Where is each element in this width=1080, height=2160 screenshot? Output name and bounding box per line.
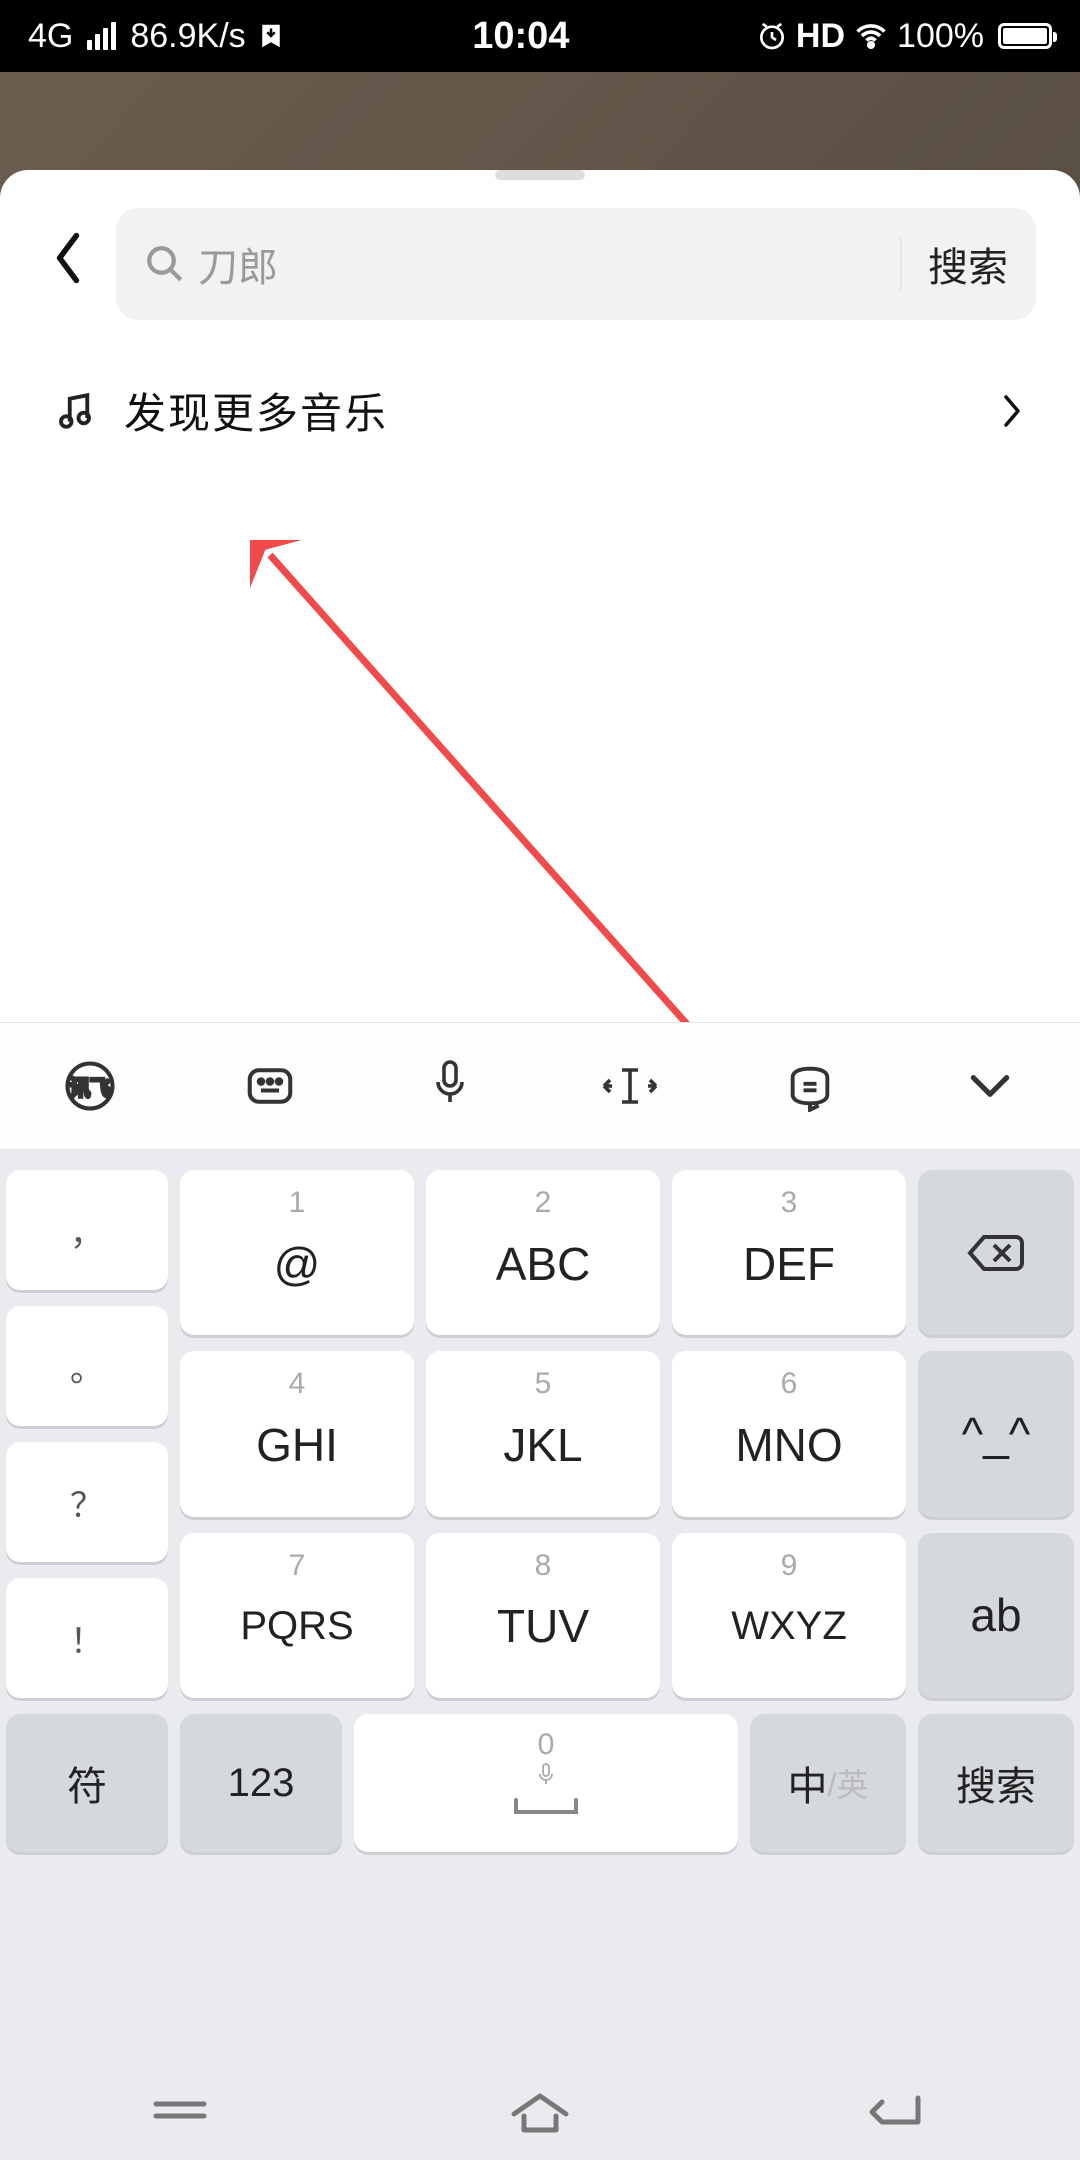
- discover-label: 发现更多音乐: [124, 380, 998, 441]
- search-placeholder: 刀郎: [198, 235, 874, 293]
- back-button[interactable]: [44, 220, 92, 309]
- key-1[interactable]: 1@: [180, 1170, 414, 1335]
- search-input[interactable]: 刀郎 搜索: [116, 208, 1036, 320]
- nav-back-button[interactable]: [860, 2086, 940, 2134]
- hd-label: HD: [796, 17, 845, 56]
- mic-icon[interactable]: [418, 1054, 482, 1118]
- key-5[interactable]: 5JKL: [426, 1351, 660, 1516]
- key-2[interactable]: 2ABC: [426, 1170, 660, 1335]
- key-emoji[interactable]: ^_^: [918, 1351, 1074, 1516]
- ime-logo-icon[interactable]: 讯飞: [58, 1054, 122, 1118]
- search-icon: [144, 243, 186, 285]
- keyboard-settings-icon[interactable]: [238, 1054, 302, 1118]
- drag-handle[interactable]: [495, 170, 585, 180]
- clipboard-icon[interactable]: [778, 1054, 842, 1118]
- key-6[interactable]: 6MNO: [672, 1351, 906, 1516]
- battery-pct: 100%: [897, 17, 984, 56]
- key-comma[interactable]: ，: [6, 1170, 168, 1290]
- battery-icon: [998, 23, 1052, 49]
- key-8[interactable]: 8TUV: [426, 1533, 660, 1698]
- mic-small-icon: [534, 1762, 558, 1790]
- cursor-move-icon[interactable]: [598, 1054, 662, 1118]
- download-icon: [256, 21, 286, 51]
- key-period[interactable]: 。: [6, 1306, 168, 1426]
- key-symbols[interactable]: 符: [6, 1714, 168, 1852]
- space-bar-icon: [506, 1792, 586, 1822]
- keyboard: ， 。 ？ ！ 1@ 2ABC 3DEF 4GHI 5JKL 6MNO 7PQR…: [0, 1150, 1080, 2160]
- keyboard-bottom-row: 符 123 0 中/英 搜索: [0, 1706, 1080, 1872]
- key-backspace[interactable]: [918, 1170, 1074, 1335]
- discover-more-music[interactable]: 发现更多音乐: [0, 320, 1080, 441]
- backspace-icon: [965, 1231, 1027, 1275]
- alarm-icon: [756, 20, 788, 52]
- key-exclaim[interactable]: ！: [6, 1578, 168, 1698]
- search-button[interactable]: 搜索: [928, 235, 1008, 293]
- key-space[interactable]: 0: [354, 1714, 738, 1852]
- key-ab[interactable]: ab: [918, 1533, 1074, 1698]
- nav-home-button[interactable]: [500, 2086, 580, 2134]
- key-language[interactable]: 中/英: [750, 1714, 906, 1852]
- search-row: 刀郎 搜索: [0, 208, 1080, 320]
- wifi-icon: [853, 18, 889, 54]
- collapse-keyboard-icon[interactable]: [958, 1054, 1022, 1118]
- status-right: HD 100%: [756, 17, 1052, 56]
- key-3[interactable]: 3DEF: [672, 1170, 906, 1335]
- key-numbers[interactable]: 123: [180, 1714, 342, 1852]
- chevron-right-icon: [998, 391, 1026, 431]
- status-bar: 4G 86.9K/s 10:04 HD 100%: [0, 0, 1080, 72]
- divider: [900, 238, 902, 290]
- status-left: 4G 86.9K/s: [28, 17, 286, 56]
- system-nav-bar: [0, 2060, 1080, 2160]
- clock: 10:04: [286, 15, 756, 58]
- key-4[interactable]: 4GHI: [180, 1351, 414, 1516]
- nav-recent-button[interactable]: [140, 2086, 220, 2134]
- keyboard-toolbar: 讯飞: [0, 1022, 1080, 1150]
- network-type: 4G: [28, 17, 73, 56]
- svg-text:讯飞: 讯飞: [70, 1077, 111, 1100]
- key-7[interactable]: 7PQRS: [180, 1533, 414, 1698]
- key-search[interactable]: 搜索: [918, 1714, 1074, 1852]
- music-note-icon: [54, 390, 96, 432]
- key-9[interactable]: 9WXYZ: [672, 1533, 906, 1698]
- key-question[interactable]: ？: [6, 1442, 168, 1562]
- network-speed: 86.9K/s: [130, 17, 245, 56]
- signal-icon: [87, 22, 116, 50]
